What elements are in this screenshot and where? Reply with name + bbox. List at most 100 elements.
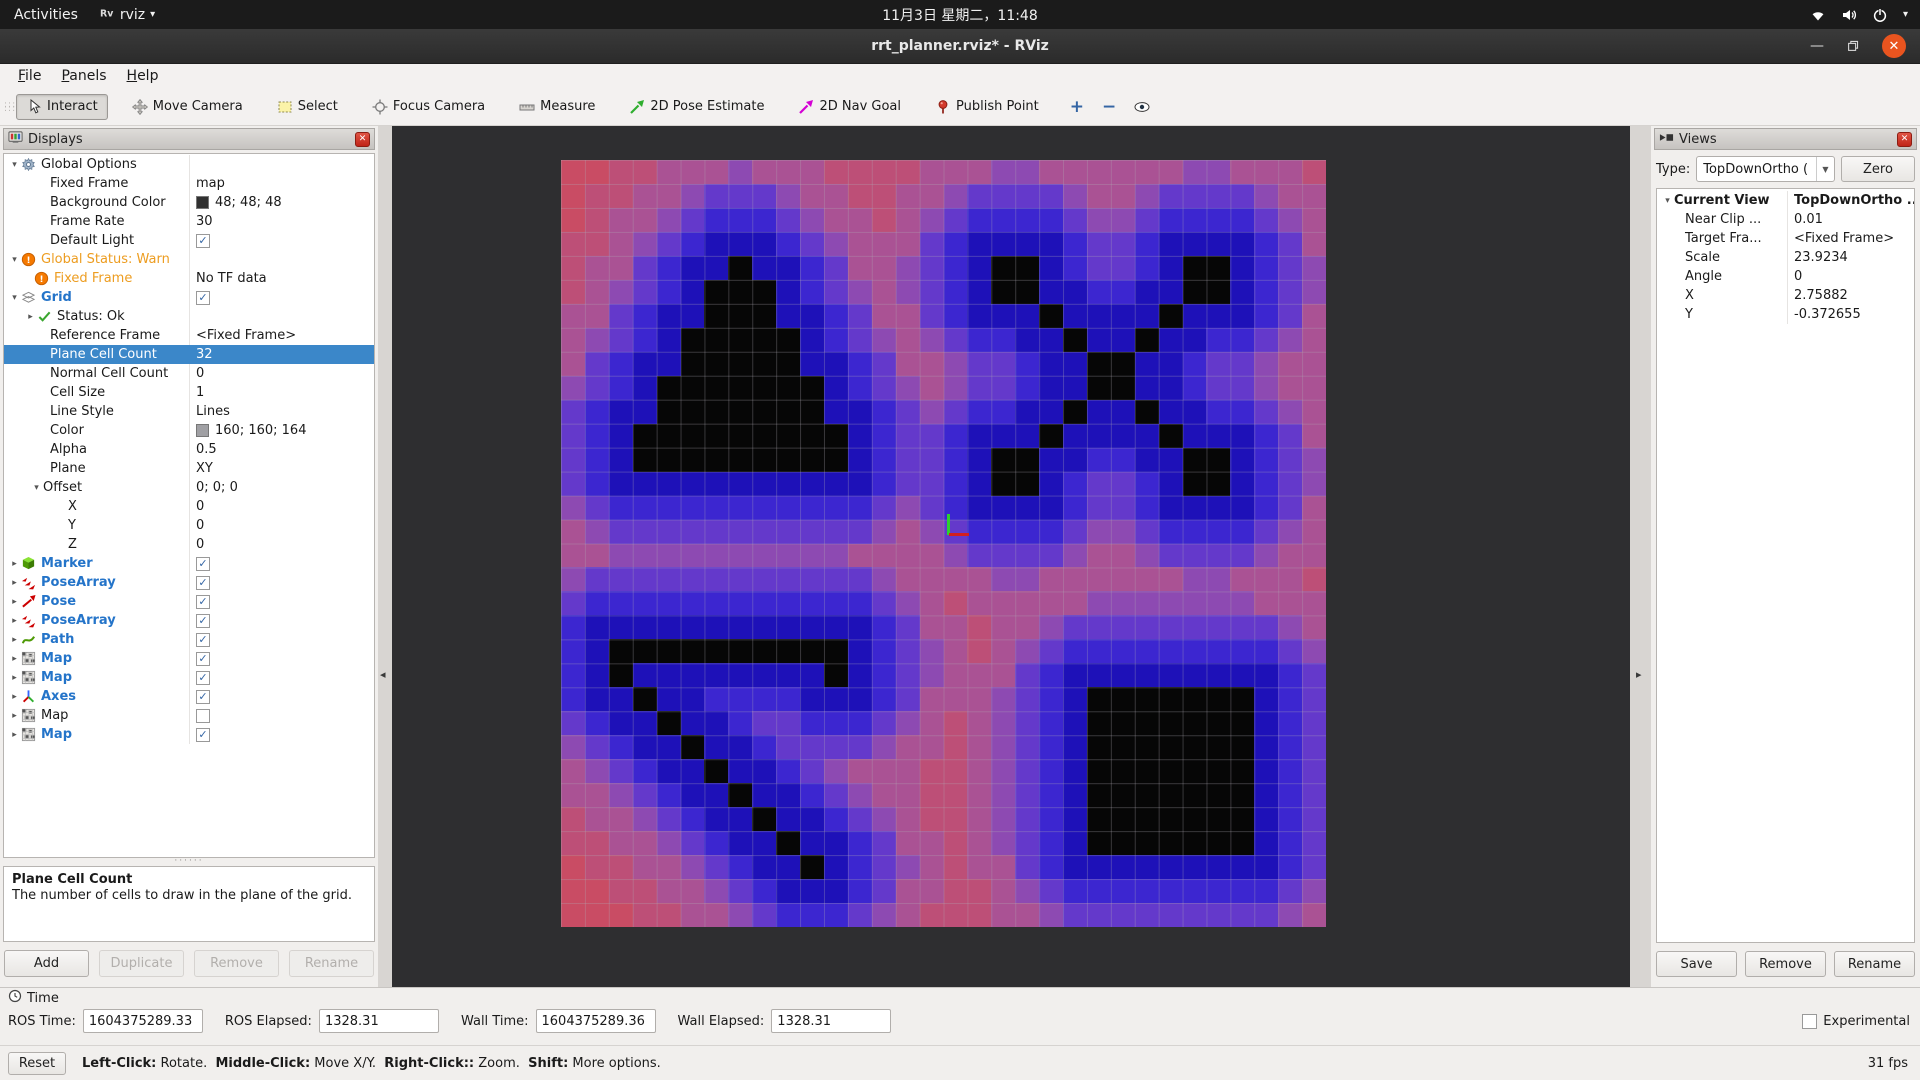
display-row-grid[interactable]: ▾ Grid ✓ — [4, 288, 374, 307]
views-rename-button[interactable]: Rename — [1834, 951, 1915, 977]
checkbox-checked[interactable]: ✓ — [196, 290, 210, 305]
display-row-pose[interactable]: ▸ Pose ✓ — [4, 592, 374, 611]
ros-time-input[interactable]: 1604375289.33 — [82, 1009, 203, 1033]
display-row-normal-cell-count[interactable]: Normal Cell Count 0 — [4, 364, 374, 383]
display-row-background-color[interactable]: Background Color 48; 48; 48 — [4, 193, 374, 212]
checkbox-checked[interactable]: ✓ — [196, 575, 210, 590]
render-viewport[interactable] — [392, 126, 1630, 987]
wall-time-input[interactable]: 1604375289.36 — [535, 1009, 656, 1033]
tool-measure-button[interactable]: Measure — [509, 94, 605, 120]
checkbox-checked[interactable]: ✓ — [196, 556, 210, 571]
checkbox-unchecked[interactable] — [196, 708, 210, 723]
ros-elapsed-input[interactable]: 1328.31 — [318, 1009, 439, 1033]
display-row-line-style[interactable]: Line Style Lines — [4, 402, 374, 421]
tool-interact-button[interactable]: Interact — [16, 93, 108, 120]
tool-select-button[interactable]: Select — [267, 94, 348, 120]
display-row-map[interactable]: ▸ Map — [4, 706, 374, 725]
expander-closed-icon[interactable]: ▸ — [8, 635, 21, 645]
checkbox-checked[interactable]: ✓ — [196, 689, 210, 704]
checkbox-checked[interactable]: ✓ — [196, 613, 210, 628]
tool-pose-estimate-button[interactable]: 2D Pose Estimate — [619, 94, 774, 120]
tool-nav-goal-button[interactable]: 2D Nav Goal — [788, 94, 911, 120]
wall-elapsed-input[interactable]: 1328.31 — [771, 1009, 892, 1033]
display-row-global-options[interactable]: ▾ Global Options — [4, 155, 374, 174]
expander-open-icon[interactable]: ▾ — [8, 255, 21, 265]
activities-button[interactable]: Activities — [14, 7, 78, 23]
display-row-z[interactable]: Z0 — [4, 535, 374, 554]
display-row-y[interactable]: Y0 — [4, 516, 374, 535]
expander-open-icon[interactable]: ▾ — [8, 160, 21, 170]
restore-button[interactable] — [1846, 39, 1860, 53]
display-row-map[interactable]: ▸ Map ✓ — [4, 725, 374, 744]
checkbox-checked[interactable]: ✓ — [196, 632, 210, 647]
experimental-checkbox[interactable] — [1802, 1013, 1818, 1029]
view-type-combobox[interactable]: TopDownOrtho ( ▼ — [1696, 156, 1835, 182]
display-row-map[interactable]: ▸ Map ✓ — [4, 649, 374, 668]
expander-closed-icon[interactable]: ▸ — [8, 673, 21, 683]
checkbox-checked[interactable]: ✓ — [196, 233, 210, 248]
close-button[interactable]: ✕ — [1882, 34, 1906, 58]
view-row-scale[interactable]: Scale 23.9234 — [1657, 248, 1914, 267]
expander-closed-icon[interactable]: ▸ — [8, 559, 21, 569]
display-row-posearray[interactable]: ▸ PoseArray ✓ — [4, 611, 374, 630]
view-row-near-clip-[interactable]: Near Clip ... 0.01 — [1657, 210, 1914, 229]
views-panel-header[interactable]: Views ✕ — [1654, 128, 1917, 150]
collapse-right-panel-handle[interactable]: ▸ — [1636, 668, 1642, 681]
display-row-plane-cell-count[interactable]: Plane Cell Count 32 — [4, 345, 374, 364]
tool-publish-point-button[interactable]: Publish Point — [925, 94, 1049, 120]
panel-splitter-handle[interactable]: ······ — [0, 857, 378, 866]
views-close-button[interactable]: ✕ — [1897, 131, 1912, 147]
expander-open-icon[interactable]: ▾ — [8, 293, 21, 303]
display-row-default-light[interactable]: Default Light ✓ — [4, 231, 374, 250]
display-row-frame-rate[interactable]: Frame Rate 30 — [4, 212, 374, 231]
window-titlebar[interactable]: rrt_planner.rviz* - RViz — ✕ — [0, 29, 1920, 64]
views-save-button[interactable]: Save — [1656, 951, 1737, 977]
display-row-plane[interactable]: Plane XY — [4, 459, 374, 478]
collapse-left-panel-handle[interactable]: ◂ — [380, 668, 386, 681]
menu-help[interactable]: Help — [117, 64, 169, 88]
display-row-offset[interactable]: ▾ Offset 0; 0; 0 — [4, 478, 374, 497]
display-row-x[interactable]: X0 — [4, 497, 374, 516]
tool-focus-camera-button[interactable]: Focus Camera — [362, 94, 495, 120]
view-row-target-fra-[interactable]: Target Fra... <Fixed Frame> — [1657, 229, 1914, 248]
display-row-posearray[interactable]: ▸ PoseArray ✓ — [4, 573, 374, 592]
expander-closed-icon[interactable]: ▸ — [8, 711, 21, 721]
display-row-fixed-frame[interactable]: Fixed Frame map — [4, 174, 374, 193]
expander-closed-icon[interactable]: ▸ — [8, 578, 21, 588]
display-row-marker[interactable]: ▸ Marker ✓ — [4, 554, 374, 573]
menu-panels[interactable]: Panels — [51, 64, 116, 88]
displays-panel-header[interactable]: Displays ✕ — [3, 128, 375, 150]
expander-closed-icon[interactable]: ▸ — [24, 312, 37, 322]
expander-closed-icon[interactable]: ▸ — [8, 616, 21, 626]
menu-file[interactable]: File — [8, 64, 51, 88]
checkbox-checked[interactable]: ✓ — [196, 651, 210, 666]
displays-close-button[interactable]: ✕ — [355, 131, 370, 147]
system-tray[interactable]: ▾ — [1810, 7, 1920, 23]
view-row-angle[interactable]: Angle 0 — [1657, 267, 1914, 286]
view-row-current-view[interactable]: ▾ Current View TopDownOrtho ... — [1657, 191, 1914, 210]
display-row-reference-frame[interactable]: Reference Frame <Fixed Frame> — [4, 326, 374, 345]
zero-button[interactable]: Zero — [1841, 156, 1915, 182]
tool-zoom-out-button[interactable]: − — [1095, 94, 1123, 120]
display-row-status-ok[interactable]: ▸ Status: Ok — [4, 307, 374, 326]
display-row-global-status-warn[interactable]: ▾! Global Status: Warn — [4, 250, 374, 269]
display-row-axes[interactable]: ▸ Axes ✓ — [4, 687, 374, 706]
tool-eye-button[interactable] — [1127, 94, 1157, 120]
add-button[interactable]: Add — [4, 950, 89, 977]
expander-closed-icon[interactable]: ▸ — [8, 597, 21, 607]
minimize-button[interactable]: — — [1810, 39, 1824, 53]
tool-move-camera-button[interactable]: Move Camera — [122, 94, 253, 120]
expander-closed-icon[interactable]: ▸ — [8, 730, 21, 740]
expander-open-icon[interactable]: ▾ — [1661, 196, 1674, 206]
clock[interactable]: 11月3日 星期二，11:48 — [0, 5, 1920, 25]
views-remove-button[interactable]: Remove — [1745, 951, 1826, 977]
checkbox-checked[interactable]: ✓ — [196, 727, 210, 742]
tool-zoom-in-button[interactable]: + — [1063, 94, 1091, 120]
expander-closed-icon[interactable]: ▸ — [8, 692, 21, 702]
display-row-color[interactable]: Color 160; 160; 164 — [4, 421, 374, 440]
checkbox-checked[interactable]: ✓ — [196, 670, 210, 685]
display-row-map[interactable]: ▸ Map ✓ — [4, 668, 374, 687]
expander-closed-icon[interactable]: ▸ — [8, 654, 21, 664]
view-row-y[interactable]: Y -0.372655 — [1657, 305, 1914, 324]
toolbar-drag-handle[interactable]: :::::::: — [4, 100, 19, 113]
